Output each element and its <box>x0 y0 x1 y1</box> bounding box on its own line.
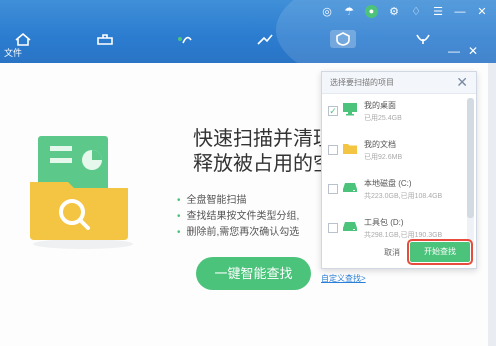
list-item[interactable]: 本地磁盘 (C:) 共223.0GB,已用108.4GB <box>322 172 464 211</box>
feature-item: 删除前,需您再次确认勾选 <box>177 225 327 241</box>
panel-title: 选择要扫描的项目 <box>330 78 394 87</box>
item-name: 工具包 (D:) <box>364 218 404 227</box>
feature-item: 查找结果按文件类型分组, <box>177 209 327 225</box>
item-size: 共223.0GB,已用108.4GB <box>364 193 443 200</box>
menu-icon[interactable]: ☰ <box>432 6 444 18</box>
minimize-icon[interactable]: — <box>448 44 460 58</box>
close-icon[interactable]: ✕ <box>476 6 488 18</box>
close-icon[interactable]: ✕ <box>468 44 478 58</box>
scrollbar[interactable] <box>467 98 474 244</box>
gear-icon[interactable]: ⚙ <box>388 6 400 18</box>
umbrella-icon[interactable]: ☂ <box>343 6 355 18</box>
feature-list: 全盘智能扫描 查找结果按文件类型分组, 删除前,需您再次确认勾选 <box>177 193 327 241</box>
panel-header: 选择要扫描的项目 ✕ <box>322 72 476 94</box>
custom-scan-link[interactable]: 自定义查找> <box>321 273 366 284</box>
shirt-icon[interactable]: ♢ <box>410 6 422 18</box>
headline: 快速扫描并清理 释放被占用的空 <box>193 127 338 177</box>
feature-item: 全盘智能扫描 <box>177 193 327 209</box>
drive-icon <box>343 183 357 192</box>
panel-footer: 取消 开始查找 <box>322 238 476 268</box>
monitor-icon <box>343 103 357 116</box>
checkbox[interactable] <box>328 223 338 233</box>
scan-selection-panel: 选择要扫描的项目 ✕ ✓ 我的桌面 已用25.4GB 我的文档 已用92.6MB… <box>321 71 477 269</box>
start-search-button[interactable]: 开始查找 <box>407 239 473 265</box>
headline-line-1: 快速扫描并清理 <box>193 128 333 150</box>
item-size: 已用25.4GB <box>364 115 402 122</box>
list-item[interactable]: ✓ 我的桌面 已用25.4GB <box>322 94 464 133</box>
avatar-icon[interactable]: ● <box>365 5 378 18</box>
window-title: 文件 <box>4 48 23 58</box>
drive-icon <box>343 222 357 231</box>
folder-illustration <box>30 136 133 249</box>
cancel-button[interactable]: 取消 <box>384 247 400 258</box>
headline-line-2: 释放被占用的空 <box>193 153 333 175</box>
system-toolbar: ◎ ☂ ● ⚙ ♢ ☰ — ✕ <box>321 5 488 18</box>
checkbox[interactable] <box>328 184 338 194</box>
checkbox[interactable] <box>328 145 338 155</box>
smart-scan-button[interactable]: 一键智能查找 <box>196 257 311 290</box>
top-bar: ◎ ☂ ● ⚙ ♢ ☰ — ✕ 文件 — ✕ <box>0 0 496 63</box>
scan-item-list: ✓ 我的桌面 已用25.4GB 我的文档 已用92.6MB 本地磁盘 (C:) … <box>322 94 464 250</box>
item-name: 我的桌面 <box>364 101 396 110</box>
window-edge <box>488 63 496 346</box>
checkbox[interactable]: ✓ <box>328 106 338 116</box>
item-name: 我的文档 <box>364 140 396 149</box>
folder-icon <box>343 144 357 154</box>
scrollbar-thumb[interactable] <box>467 98 474 218</box>
close-icon[interactable]: ✕ <box>456 74 468 91</box>
item-size: 已用92.6MB <box>364 154 403 161</box>
minimize-icon[interactable]: — <box>454 6 466 18</box>
target-icon[interactable]: ◎ <box>321 6 333 18</box>
list-item[interactable]: 我的文档 已用92.6MB <box>322 133 464 172</box>
sub-title-bar: 文件 — ✕ <box>0 44 496 62</box>
item-name: 本地磁盘 (C:) <box>364 179 412 188</box>
